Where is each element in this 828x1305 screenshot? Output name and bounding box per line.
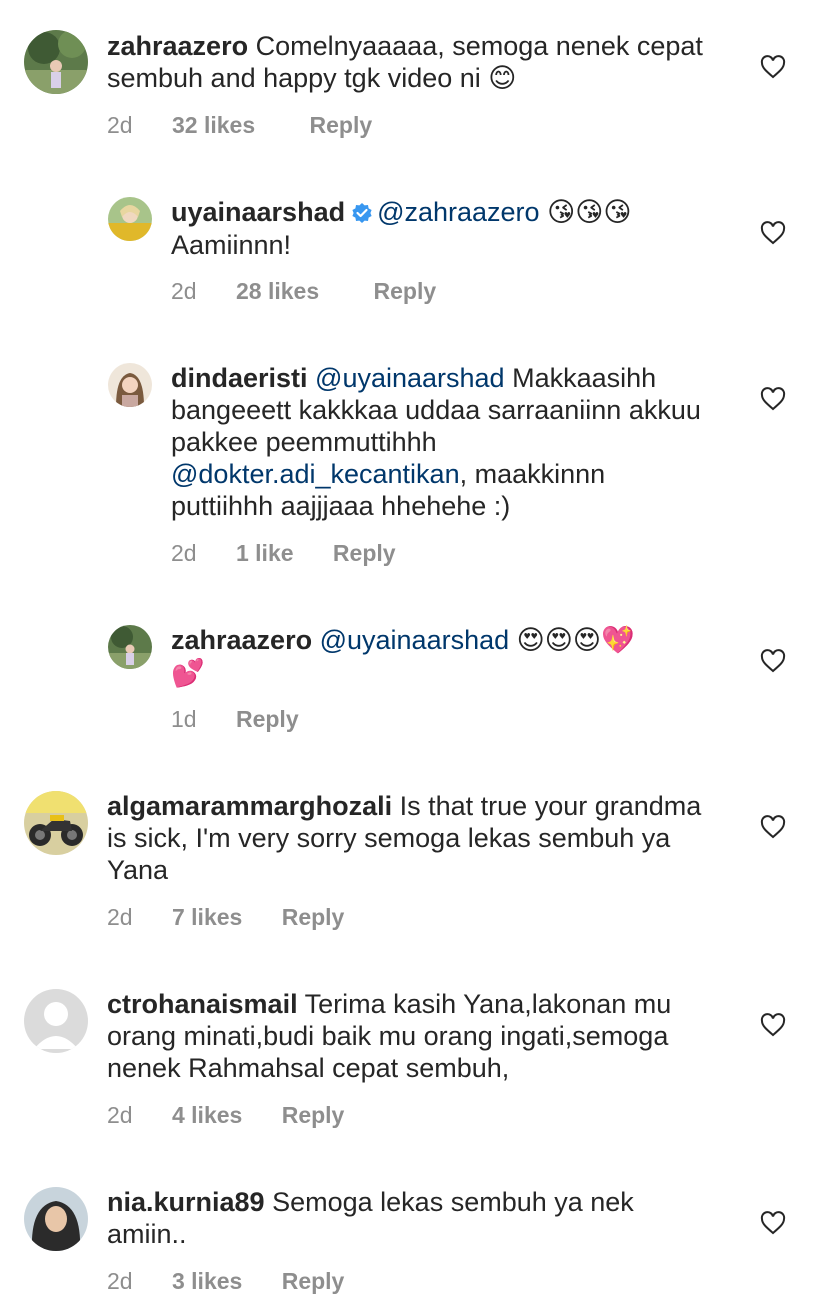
avatar[interactable] bbox=[24, 1187, 88, 1251]
mention-link[interactable]: @dokter.adi_kecantikan bbox=[171, 459, 460, 489]
comment-body: Aamiinnn! bbox=[171, 230, 292, 260]
emoji-group: 😍😍😍💖 bbox=[516, 625, 635, 656]
timestamp: 2d bbox=[107, 1268, 133, 1294]
reply-button[interactable]: Reply bbox=[374, 277, 437, 305]
emoji-group: 💕 bbox=[171, 658, 205, 689]
comment-text: dindaeristi @uyainaarshad Makkaasihh ban… bbox=[171, 362, 711, 522]
likes-count[interactable]: 1 like bbox=[236, 539, 294, 567]
mention-link[interactable]: @uyainaarshad bbox=[320, 625, 510, 655]
heart-outline-icon[interactable] bbox=[760, 1211, 786, 1235]
comment-meta: 2d 32 likes Reply bbox=[107, 111, 372, 139]
heart-outline-icon[interactable] bbox=[760, 649, 786, 673]
avatar[interactable] bbox=[108, 625, 152, 669]
reply-button[interactable]: Reply bbox=[282, 903, 345, 931]
avatar[interactable] bbox=[24, 791, 88, 855]
reply-button[interactable]: Reply bbox=[236, 705, 299, 733]
reply-button[interactable]: Reply bbox=[282, 1101, 345, 1129]
reply-button[interactable]: Reply bbox=[333, 539, 396, 567]
comment-meta: 2d 7 likes Reply bbox=[107, 903, 344, 931]
comment-meta: 2d 1 like Reply bbox=[171, 539, 396, 567]
comment-meta: 2d 4 likes Reply bbox=[107, 1101, 344, 1129]
comment-text: uyainaarshad @zahraazero 😘😘😘 Aamiinnn! bbox=[171, 196, 711, 261]
comment-meta: 2d 28 likes Reply bbox=[171, 277, 436, 305]
verified-badge-icon bbox=[352, 203, 372, 223]
comment-text: algamarammarghozali Is that true your gr… bbox=[107, 790, 707, 886]
emoji-group: 😘😘😘 bbox=[547, 197, 632, 228]
username[interactable]: ctrohanaismail bbox=[107, 989, 298, 1019]
timestamp: 2d bbox=[107, 1102, 133, 1128]
comment-meta: 1d Reply bbox=[171, 705, 299, 733]
username[interactable]: dindaeristi bbox=[171, 363, 308, 393]
comment-text: zahraazero Comelnyaaaaa, semoga nenek ce… bbox=[107, 30, 707, 94]
username[interactable]: zahraazero bbox=[107, 31, 248, 61]
username[interactable]: algamarammarghozali bbox=[107, 791, 392, 821]
heart-outline-icon[interactable] bbox=[760, 55, 786, 79]
timestamp: 1d bbox=[171, 706, 197, 732]
likes-count[interactable]: 4 likes bbox=[172, 1101, 242, 1129]
reply-button[interactable]: Reply bbox=[282, 1267, 345, 1295]
likes-count[interactable]: 3 likes bbox=[172, 1267, 242, 1295]
heart-outline-icon[interactable] bbox=[760, 815, 786, 839]
heart-outline-icon[interactable] bbox=[760, 1013, 786, 1037]
timestamp: 2d bbox=[171, 278, 197, 304]
comment-text: ctrohanaismail Terima kasih Yana,lakonan… bbox=[107, 988, 727, 1084]
heart-outline-icon[interactable] bbox=[760, 387, 786, 411]
likes-count[interactable]: 28 likes bbox=[236, 277, 319, 305]
timestamp: 2d bbox=[171, 540, 197, 566]
timestamp: 2d bbox=[107, 904, 133, 930]
mention-link[interactable]: @zahraazero bbox=[377, 197, 540, 227]
avatar[interactable] bbox=[108, 363, 152, 407]
likes-count[interactable]: 7 likes bbox=[172, 903, 242, 931]
avatar[interactable] bbox=[108, 197, 152, 241]
avatar[interactable] bbox=[24, 30, 88, 94]
comment-meta: 2d 3 likes Reply bbox=[107, 1267, 344, 1295]
heart-outline-icon[interactable] bbox=[760, 221, 786, 245]
timestamp: 2d bbox=[107, 112, 133, 138]
avatar[interactable] bbox=[24, 989, 88, 1053]
comment-text: zahraazero @uyainaarshad 😍😍😍💖 💕 bbox=[171, 624, 711, 690]
username[interactable]: zahraazero bbox=[171, 625, 312, 655]
likes-count[interactable]: 32 likes bbox=[172, 111, 255, 139]
comment-text: nia.kurnia89 Semoga lekas sembuh ya nek … bbox=[107, 1186, 707, 1250]
username[interactable]: nia.kurnia89 bbox=[107, 1187, 265, 1217]
username[interactable]: uyainaarshad bbox=[171, 197, 345, 227]
mention-link[interactable]: @uyainaarshad bbox=[315, 363, 505, 393]
reply-button[interactable]: Reply bbox=[310, 111, 373, 139]
